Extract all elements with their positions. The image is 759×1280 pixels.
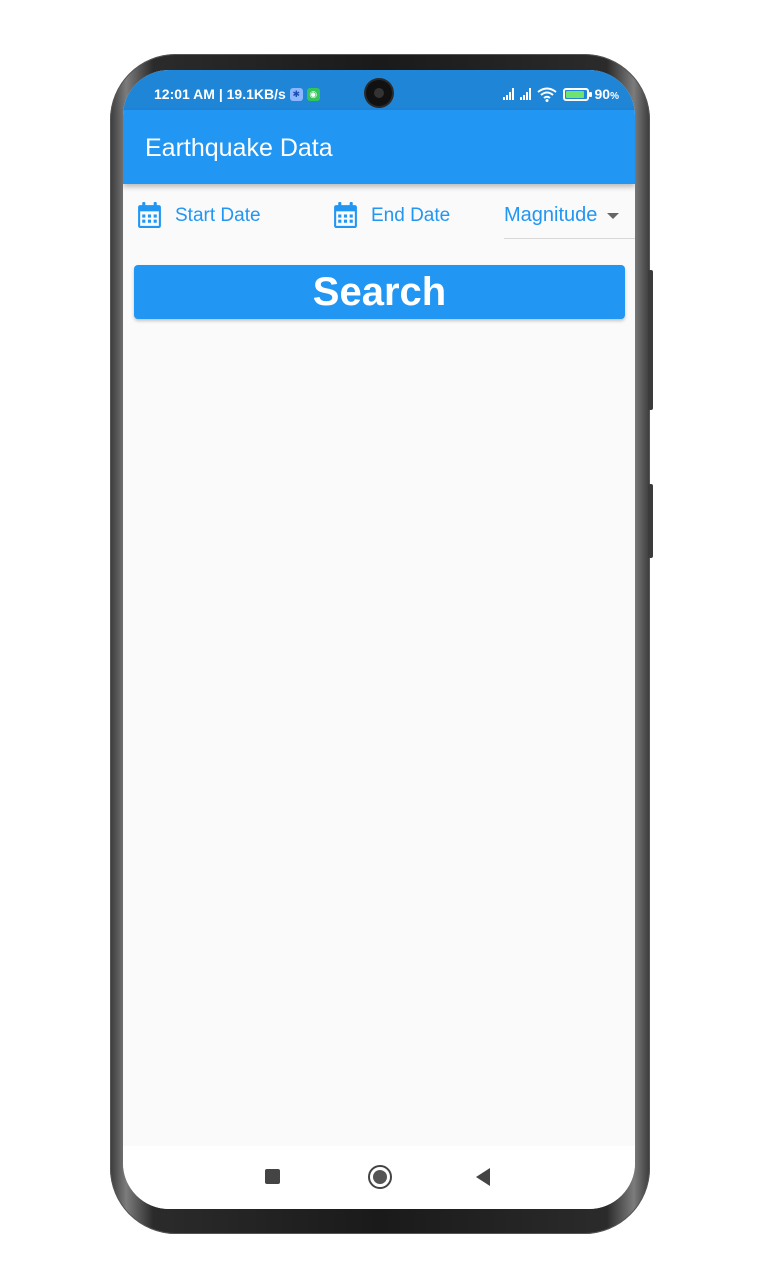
- results-area: [123, 330, 635, 1145]
- start-date-label: Start Date: [175, 204, 261, 226]
- battery-icon: [562, 87, 592, 101]
- search-button[interactable]: Search: [134, 265, 625, 319]
- caret-down-icon: [607, 213, 620, 219]
- end-date-button[interactable]: End Date: [333, 202, 450, 229]
- back-button[interactable]: [476, 1168, 490, 1186]
- app-bar: Earthquake Data: [123, 110, 635, 184]
- status-left: 12:01 AM | 19.1KB/s ✱ ◉: [154, 86, 320, 102]
- battery-level: 90%: [594, 86, 619, 102]
- recents-button[interactable]: [265, 1169, 280, 1184]
- power-button: [648, 484, 653, 558]
- signal-icon: [519, 88, 531, 100]
- calendar-icon: [138, 202, 161, 228]
- system-nav-bar: [123, 1146, 635, 1209]
- home-button[interactable]: [368, 1165, 392, 1189]
- filter-row: Start Date End Date Magnitude: [123, 184, 635, 244]
- signal-icon: [502, 88, 514, 100]
- front-camera: [366, 80, 392, 106]
- magnitude-dropdown[interactable]: Magnitude: [504, 198, 635, 239]
- status-right: 90%: [502, 86, 619, 102]
- magnitude-label: Magnitude: [504, 204, 598, 226]
- notification-app-icon: ✱: [289, 87, 303, 101]
- wifi-icon: [536, 87, 557, 102]
- phone-screen: 12:01 AM | 19.1KB/s ✱ ◉ 90% Earthquake D…: [123, 70, 635, 1209]
- calendar-icon: [334, 202, 357, 228]
- status-bar: 12:01 AM | 19.1KB/s ✱ ◉ 90%: [123, 70, 635, 110]
- end-date-label: End Date: [371, 204, 451, 226]
- volume-button: [648, 270, 653, 410]
- stage: 12:01 AM | 19.1KB/s ✱ ◉ 90% Earthquake D…: [0, 0, 759, 1280]
- status-time: 12:01 AM | 19.1KB/s: [154, 86, 286, 102]
- start-date-button[interactable]: Start Date: [137, 202, 261, 229]
- android-app-icon: ◉: [306, 87, 320, 101]
- page-title: Earthquake Data: [145, 134, 333, 162]
